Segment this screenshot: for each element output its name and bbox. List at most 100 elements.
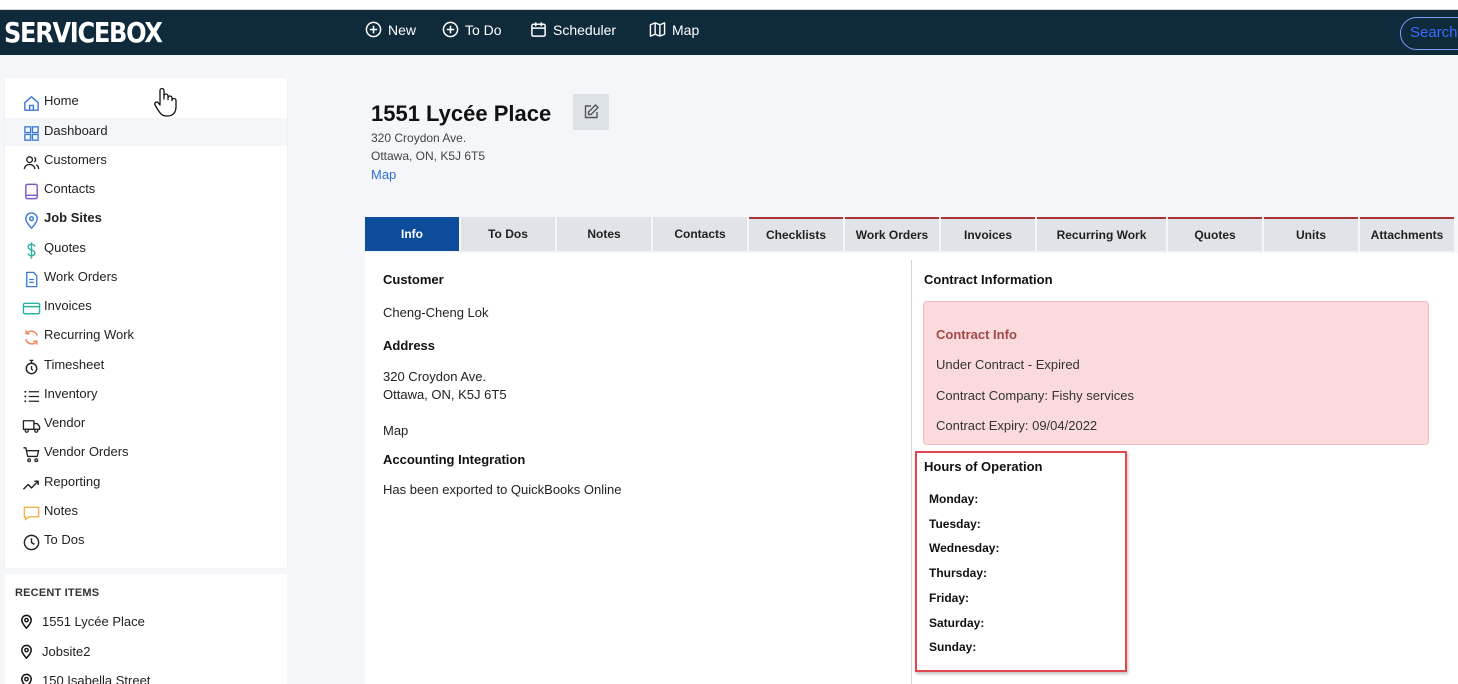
sidebar-item-recurring-work[interactable]: Recurring Work <box>5 322 287 350</box>
recent-item[interactable]: 150 Isabella Street <box>19 673 150 684</box>
recent-item-label: Jobsite2 <box>42 644 91 659</box>
contract-expiry: Contract Expiry: 09/04/2022 <box>936 418 1098 433</box>
tab-contacts[interactable]: Contacts <box>653 217 747 251</box>
sidebar-item-quotes[interactable]: Quotes <box>5 235 287 263</box>
location-pin-icon <box>21 673 32 684</box>
address-map-link[interactable]: Map <box>383 423 408 438</box>
sidebar-item-label: Vendor <box>44 415 86 430</box>
tab-info[interactable]: Info <box>365 217 459 251</box>
todo-button[interactable]: To Do <box>442 21 502 38</box>
sidebar-item-contacts[interactable]: Contacts <box>5 176 287 204</box>
sidebar-item-home[interactable]: Home <box>5 88 287 116</box>
dashboard-icon <box>24 126 39 141</box>
app-logo[interactable]: SERVICEBOX <box>4 16 163 49</box>
scheduler-button-label: Scheduler <box>553 21 617 38</box>
trend-up-icon <box>22 480 39 490</box>
hours-of-operation-label: Hours of Operation <box>924 459 1043 474</box>
sidebar-item-vendor[interactable]: Vendor <box>5 410 287 438</box>
tab-checklists[interactable]: Checklists <box>749 217 843 251</box>
map-button[interactable]: Map <box>649 21 699 38</box>
address-label: Address <box>383 338 436 353</box>
edit-button[interactable] <box>573 94 609 130</box>
list-icon <box>24 390 40 403</box>
sidebar-item-label: Inventory <box>44 386 98 401</box>
sidebar-item-label: Timesheet <box>44 357 105 372</box>
recent-item-label: 150 Isabella Street <box>42 673 151 684</box>
clock-icon <box>23 534 40 551</box>
plus-circle-icon <box>365 21 382 38</box>
tab-attachments[interactable]: Attachments <box>1360 217 1454 251</box>
day-monday: Monday: <box>929 492 979 506</box>
sidebar-item-work-orders[interactable]: Work Orders <box>5 264 287 292</box>
edit-icon <box>584 104 599 119</box>
tab-invoices[interactable]: Invoices <box>941 217 1035 251</box>
sidebar-item-label: Invoices <box>44 298 92 313</box>
users-icon <box>23 156 40 170</box>
recent-items-title: RECENT ITEMS <box>15 587 100 599</box>
credit-card-icon <box>22 302 41 315</box>
tab-recurring-work[interactable]: Recurring Work <box>1037 217 1166 251</box>
accounting-label: Accounting Integration <box>383 452 526 467</box>
day-tuesday: Tuesday: <box>929 517 981 531</box>
day-thursday: Thursday: <box>929 566 988 580</box>
recent-items-panel: RECENT ITEMS 1551 Lycée Place Jobsite2 1… <box>5 574 287 684</box>
sidebar-item-label: Dashboard <box>44 123 108 138</box>
new-button[interactable]: New <box>365 21 416 38</box>
customer-label: Customer <box>383 272 444 287</box>
sidebar-item-dashboard[interactable]: Dashboard <box>5 118 287 146</box>
tab-to-dos[interactable]: To Dos <box>461 217 555 251</box>
sidebar-item-notes[interactable]: Notes <box>5 498 287 526</box>
contract-information-label: Contract Information <box>924 272 1053 287</box>
scheduler-button[interactable]: Scheduler <box>530 21 616 38</box>
accounting-value: Has been exported to QuickBooks Online <box>383 482 622 497</box>
address-line1: 320 Croydon Ave. <box>383 369 487 384</box>
sidebar-item-label: Contacts <box>44 181 96 196</box>
sidebar-item-invoices[interactable]: Invoices <box>5 293 287 321</box>
browser-top-strip <box>0 0 1458 10</box>
sidebar-item-label: Customers <box>44 152 107 167</box>
location-pin-icon <box>21 644 32 659</box>
sidebar-item-vendor-orders[interactable]: Vendor Orders <box>5 439 287 467</box>
sidebar-item-label: Quotes <box>44 240 86 255</box>
todo-button-label: To Do <box>465 21 502 38</box>
hand-cursor-icon <box>154 87 177 117</box>
sidebar: Home Dashboard Customers Contacts Job Si… <box>5 78 287 568</box>
hours-highlight-box <box>915 451 1127 672</box>
refresh-icon <box>25 330 38 345</box>
sidebar-item-label: Vendor Orders <box>44 444 129 459</box>
recent-item[interactable]: Jobsite2 <box>19 644 90 659</box>
sidebar-item-label: To Dos <box>44 532 85 547</box>
tab-quotes[interactable]: Quotes <box>1168 217 1262 251</box>
header-map-link[interactable]: Map <box>371 167 396 182</box>
recent-item-label: 1551 Lycée Place <box>42 614 145 629</box>
sidebar-item-inventory[interactable]: Inventory <box>5 381 287 409</box>
recent-item[interactable]: 1551 Lycée Place <box>19 614 145 629</box>
dollar-icon <box>27 242 36 259</box>
sidebar-item-label: Job Sites <box>44 210 102 225</box>
page-title: 1551 Lycée Place <box>371 101 552 126</box>
tab-notes[interactable]: Notes <box>557 217 651 251</box>
sidebar-item-timesheet[interactable]: Timesheet <box>5 352 287 380</box>
contract-company: Contract Company: Fishy services <box>936 388 1134 403</box>
contact-book-icon <box>25 183 38 200</box>
map-icon <box>649 22 666 37</box>
sidebar-item-label: Home <box>44 93 79 108</box>
day-friday: Friday: <box>929 591 970 605</box>
search-input[interactable]: Search <box>1400 17 1458 50</box>
document-icon <box>26 271 38 288</box>
header-address-line1: 320 Croydon Ave. <box>371 131 467 145</box>
sidebar-item-to-dos[interactable]: To Dos <box>5 527 287 555</box>
customer-link[interactable]: Cheng-Cheng Lok <box>383 305 489 320</box>
truck-icon <box>22 420 41 433</box>
sidebar-item-label: Work Orders <box>44 269 118 284</box>
sidebar-item-reporting[interactable]: Reporting <box>5 469 287 497</box>
tab-units[interactable]: Units <box>1264 217 1358 251</box>
contract-info-box: Contract Info Under Contract - Expired C… <box>923 301 1429 445</box>
plus-circle-icon <box>442 21 459 38</box>
cart-icon <box>23 447 40 463</box>
new-button-label: New <box>388 21 417 38</box>
sidebar-item-customers[interactable]: Customers <box>5 147 287 175</box>
address-line2: Ottawa, ON, K5J 6T5 <box>383 387 507 402</box>
tab-work-orders[interactable]: Work Orders <box>845 217 939 251</box>
sidebar-item-job-sites[interactable]: Job Sites <box>5 205 287 233</box>
